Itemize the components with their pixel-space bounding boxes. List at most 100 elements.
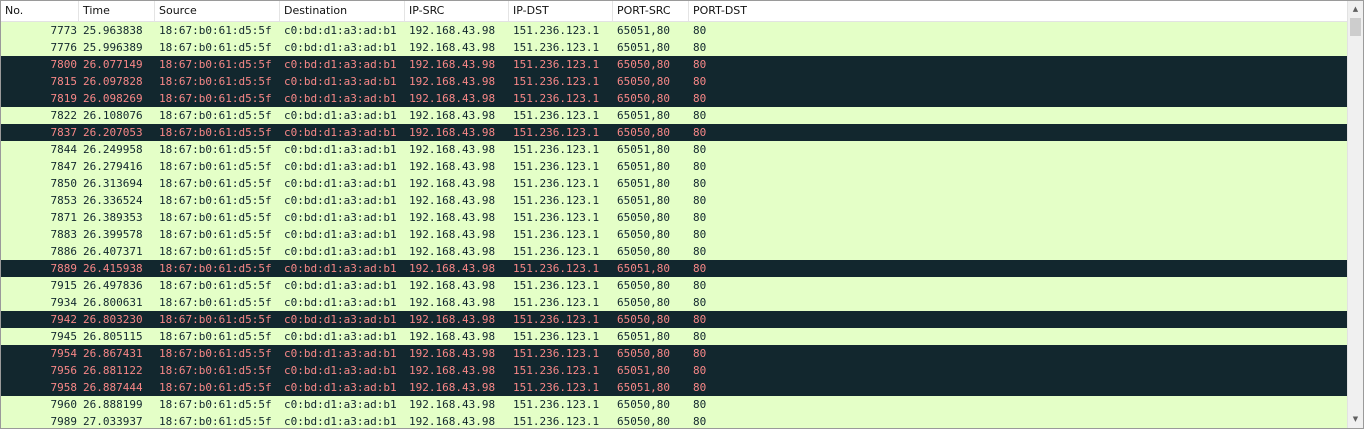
packet-row[interactable]: 7776 25.996389 18:67:b0:61:d5:5f c0:bd:d1:a… — [1, 39, 1349, 56]
packet-no: 7945 — [50, 330, 78, 343]
packet-row[interactable]: 7886 26.407371 18:67:b0:61:d5:5f c0:bd:d1:a… — [1, 243, 1349, 260]
packet-source: 18:67:b0:61:d5:5f — [159, 364, 272, 377]
packet-row[interactable]: 7822 26.108076 18:67:b0:61:d5:5f c0:bd:d1:a… — [1, 107, 1349, 124]
packet-port-src: 65050,80 — [617, 279, 670, 292]
packet-row[interactable]: 7954 26.867431 18:67:b0:61:d5:5f c0:bd:d1:a… — [1, 345, 1349, 362]
packet-ip-dst: 151.236.123.1 — [513, 296, 600, 309]
packet-ip-dst: 151.236.123.1 — [513, 347, 600, 360]
packet-port-src: 65050,80 — [617, 75, 670, 88]
packet-row[interactable]: 7871 26.389353 18:67:b0:61:d5:5f c0:bd:d1:a… — [1, 209, 1349, 226]
packet-no: 7776 — [50, 41, 78, 54]
packet-list-header: No. Time Source Destination IP-SRC IP-DS… — [1, 1, 1349, 22]
packet-port-src: 65051,80 — [617, 24, 670, 37]
packet-ip-src: 192.168.43.98 — [409, 415, 496, 428]
packet-row[interactable]: 7853 26.336524 18:67:b0:61:d5:5f c0:bd:d1:a… — [1, 192, 1349, 209]
packet-source: 18:67:b0:61:d5:5f — [159, 211, 272, 224]
scroll-down-arrow-icon[interactable]: ▼ — [1348, 411, 1363, 428]
scrollbar-thumb[interactable] — [1350, 18, 1361, 36]
packet-port-src: 65051,80 — [617, 41, 670, 54]
packet-ip-src: 192.168.43.98 — [409, 398, 496, 411]
packet-row[interactable]: 7815 26.097828 18:67:b0:61:d5:5f c0:bd:d1:a… — [1, 73, 1349, 90]
packet-ip-dst: 151.236.123.1 — [513, 364, 600, 377]
packet-destination: c0:bd:d1:a3:ad:b1 — [284, 381, 397, 394]
packet-ip-dst: 151.236.123.1 — [513, 194, 600, 207]
packet-source: 18:67:b0:61:d5:5f — [159, 92, 272, 105]
packet-ip-dst: 151.236.123.1 — [513, 398, 600, 411]
packet-row[interactable]: 7844 26.249958 18:67:b0:61:d5:5f c0:bd:d1:a… — [1, 141, 1349, 158]
packet-time: 26.389353 — [83, 211, 143, 224]
column-header-source[interactable]: Source — [155, 1, 280, 21]
packet-port-src: 65050,80 — [617, 296, 670, 309]
packet-row[interactable]: 7915 26.497836 18:67:b0:61:d5:5f c0:bd:d1:a… — [1, 277, 1349, 294]
packet-source: 18:67:b0:61:d5:5f — [159, 245, 272, 258]
packet-no: 7819 — [50, 92, 78, 105]
column-header-ip-src[interactable]: IP-SRC — [405, 1, 509, 21]
packet-row[interactable]: 7847 26.279416 18:67:b0:61:d5:5f c0:bd:d1:a… — [1, 158, 1349, 175]
packet-port-dst: 80 — [693, 330, 707, 343]
packet-ip-src: 192.168.43.98 — [409, 143, 496, 156]
packet-port-dst: 80 — [693, 194, 707, 207]
column-header-port-src[interactable]: PORT-SRC — [613, 1, 689, 21]
packet-ip-src: 192.168.43.98 — [409, 109, 496, 122]
packet-source: 18:67:b0:61:d5:5f — [159, 296, 272, 309]
packet-ip-dst: 151.236.123.1 — [513, 313, 600, 326]
packet-row[interactable]: 7883 26.399578 18:67:b0:61:d5:5f c0:bd:d1:a… — [1, 226, 1349, 243]
packet-port-dst: 80 — [693, 381, 707, 394]
packet-no: 7837 — [50, 126, 78, 139]
packet-row[interactable]: 7989 27.033937 18:67:b0:61:d5:5f c0:bd:d1:a… — [1, 413, 1349, 428]
packet-port-dst: 80 — [693, 313, 707, 326]
packet-no: 7956 — [50, 364, 78, 377]
packet-row[interactable]: 7837 26.207053 18:67:b0:61:d5:5f c0:bd:d1:a… — [1, 124, 1349, 141]
packet-row[interactable]: 7956 26.881122 18:67:b0:61:d5:5f c0:bd:d1:a… — [1, 362, 1349, 379]
packet-port-dst: 80 — [693, 347, 707, 360]
packet-time: 25.996389 — [83, 41, 143, 54]
packet-destination: c0:bd:d1:a3:ad:b1 — [284, 194, 397, 207]
packet-ip-dst: 151.236.123.1 — [513, 177, 600, 190]
packet-no: 7958 — [50, 381, 78, 394]
column-header-time[interactable]: Time — [79, 1, 155, 21]
packet-port-dst: 80 — [693, 262, 707, 275]
packet-no: 7822 — [50, 109, 78, 122]
column-header-ip-dst[interactable]: IP-DST — [509, 1, 613, 21]
packet-ip-src: 192.168.43.98 — [409, 296, 496, 309]
packet-port-src: 65050,80 — [617, 347, 670, 360]
packet-port-src: 65051,80 — [617, 177, 670, 190]
packet-ip-dst: 151.236.123.1 — [513, 330, 600, 343]
column-header-port-dst[interactable]: PORT-DST — [689, 1, 1349, 21]
scroll-up-arrow-icon[interactable]: ▲ — [1348, 1, 1363, 18]
packet-row[interactable]: 7800 26.077149 18:67:b0:61:d5:5f c0:bd:d1:a… — [1, 56, 1349, 73]
packet-list-pane: No. Time Source Destination IP-SRC IP-DS… — [0, 0, 1364, 429]
packet-ip-src: 192.168.43.98 — [409, 126, 496, 139]
packet-row[interactable]: 7773 25.963838 18:67:b0:61:d5:5f c0:bd:d1:a… — [1, 22, 1349, 39]
vertical-scrollbar[interactable]: ▲ ▼ — [1347, 1, 1363, 428]
packet-ip-dst: 151.236.123.1 — [513, 245, 600, 258]
packet-row[interactable]: 7942 26.803230 18:67:b0:61:d5:5f c0:bd:d1:a… — [1, 311, 1349, 328]
packet-time: 26.279416 — [83, 160, 143, 173]
column-header-destination[interactable]: Destination — [280, 1, 405, 21]
packet-source: 18:67:b0:61:d5:5f — [159, 330, 272, 343]
packet-row[interactable]: 7960 26.888199 18:67:b0:61:d5:5f c0:bd:d1:a… — [1, 396, 1349, 413]
packet-row[interactable]: 7889 26.415938 18:67:b0:61:d5:5f c0:bd:d1:a… — [1, 260, 1349, 277]
packet-destination: c0:bd:d1:a3:ad:b1 — [284, 415, 397, 428]
packet-row[interactable]: 7945 26.805115 18:67:b0:61:d5:5f c0:bd:d1:a… — [1, 328, 1349, 345]
packet-destination: c0:bd:d1:a3:ad:b1 — [284, 245, 397, 258]
packet-port-dst: 80 — [693, 92, 707, 105]
packet-ip-src: 192.168.43.98 — [409, 381, 496, 394]
packet-no: 7960 — [50, 398, 78, 411]
packet-time: 26.098269 — [83, 92, 143, 105]
packet-ip-dst: 151.236.123.1 — [513, 279, 600, 292]
packet-row[interactable]: 7819 26.098269 18:67:b0:61:d5:5f c0:bd:d1:a… — [1, 90, 1349, 107]
packet-row[interactable]: 7958 26.887444 18:67:b0:61:d5:5f c0:bd:d1:a… — [1, 379, 1349, 396]
packet-row[interactable]: 7850 26.313694 18:67:b0:61:d5:5f c0:bd:d1:a… — [1, 175, 1349, 192]
packet-destination: c0:bd:d1:a3:ad:b1 — [284, 126, 397, 139]
packet-ip-src: 192.168.43.98 — [409, 58, 496, 71]
packet-time: 26.497836 — [83, 279, 143, 292]
packet-ip-src: 192.168.43.98 — [409, 24, 496, 37]
packet-port-dst: 80 — [693, 296, 707, 309]
packet-port-src: 65051,80 — [617, 160, 670, 173]
packet-no: 7773 — [50, 24, 78, 37]
packet-row[interactable]: 7934 26.800631 18:67:b0:61:d5:5f c0:bd:d1:a… — [1, 294, 1349, 311]
packet-destination: c0:bd:d1:a3:ad:b1 — [284, 296, 397, 309]
column-header-no[interactable]: No. — [1, 1, 79, 21]
packet-port-src: 65051,80 — [617, 381, 670, 394]
